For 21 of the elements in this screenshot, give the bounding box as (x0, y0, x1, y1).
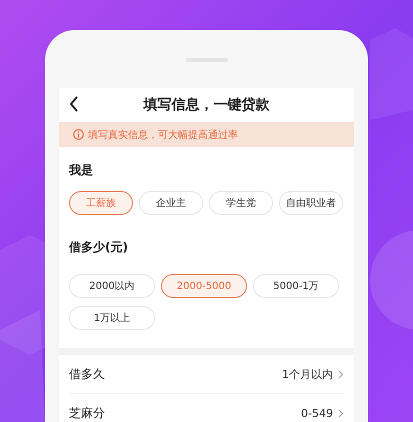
info-icon (73, 129, 84, 140)
section-label: 借多少(元) (68, 239, 129, 256)
row-value: 0-549 (301, 406, 333, 420)
list-row[interactable]: 借多久 1个月以内 (69, 355, 344, 393)
row-value: 1个月以内 (282, 366, 333, 382)
option-chip[interactable]: 2000以内 (69, 274, 155, 298)
option-chip[interactable]: 1万以上 (69, 306, 155, 330)
option-chip[interactable]: 企业主 (139, 191, 203, 215)
chevron-icon (338, 408, 344, 418)
section-label: 我是 (68, 162, 94, 179)
option-chip[interactable]: 5000-1万 (253, 274, 339, 298)
option-chip[interactable]: 自由职业者 (279, 191, 343, 215)
notice-text: 填写真实信息，可大幅提高通过率 (88, 128, 238, 142)
chevron-icon (338, 370, 344, 378)
option-chip[interactable]: 学生党 (209, 191, 273, 215)
back-button[interactable] (69, 96, 79, 112)
page-title: 填写信息，一键贷款 (144, 96, 270, 114)
list-row[interactable]: 芝麻分 0-549 (69, 393, 344, 422)
back-icon (69, 96, 79, 112)
row-label: 芝麻分 (69, 404, 106, 422)
row-label: 借多久 (69, 366, 106, 382)
